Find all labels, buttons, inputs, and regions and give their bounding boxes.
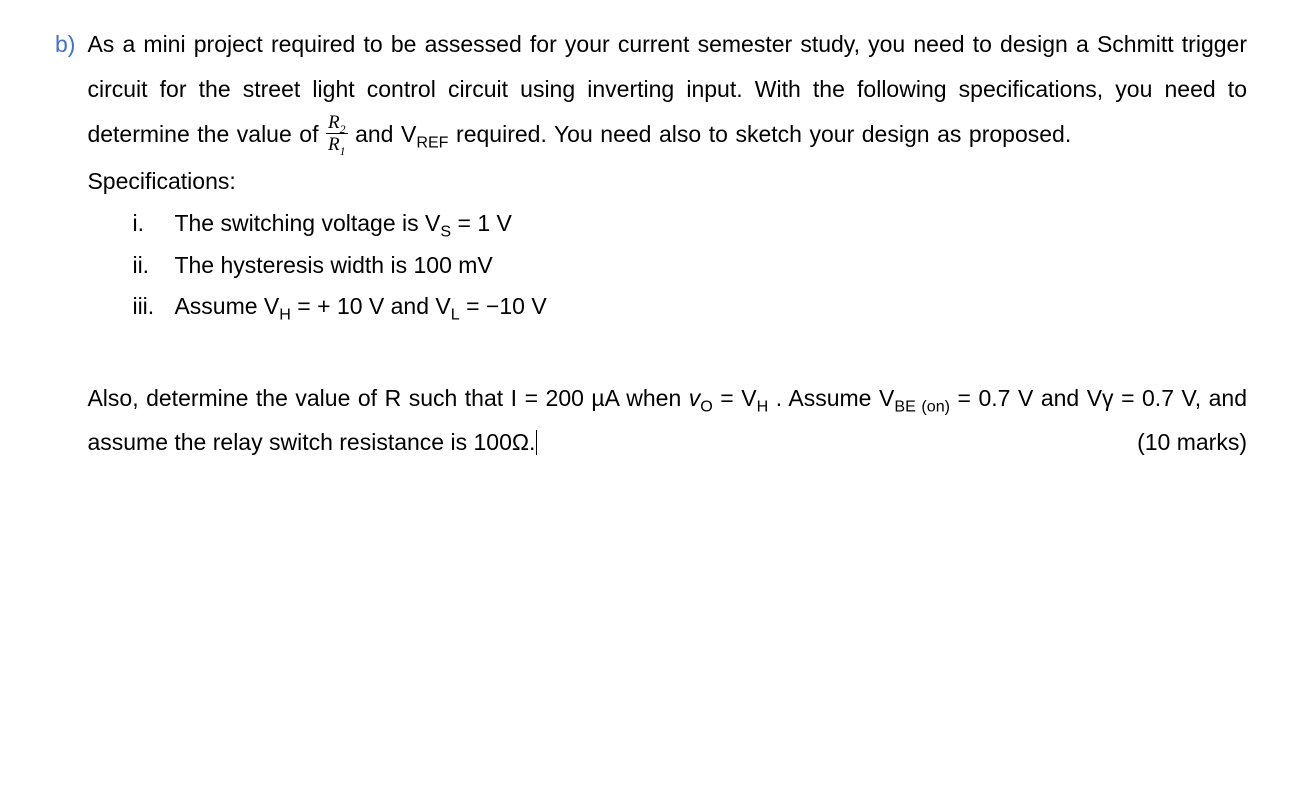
text-cursor [536, 430, 537, 455]
specification-list: i. The switching voltage is VS = 1 V ii.… [87, 203, 1247, 327]
vref-subscript: REF [416, 133, 448, 151]
question-body: As a mini project required to be assesse… [87, 22, 1247, 465]
vo-variable: v [689, 385, 701, 411]
specifications-header: Specifications: [87, 159, 1247, 204]
spec-text: Assume VH = + 10 V and VL = −10 V [174, 286, 1247, 327]
spec-text: The switching voltage is VS = 1 V [174, 203, 1247, 244]
spec-number: i. [132, 203, 174, 244]
second-paragraph: Also, determine the value of R such that… [87, 376, 1247, 466]
question-container: b) As a mini project required to be asse… [55, 22, 1247, 465]
main-text-part2: and V [348, 121, 417, 147]
fraction-r2-r1: R2R1 [326, 113, 348, 154]
spec-item-2: ii. The hysteresis width is 100 mV [132, 245, 1247, 286]
main-text-part3: required. You need also to sketch your d… [449, 121, 1072, 147]
fraction-denominator: R1 [326, 134, 348, 154]
spec-number: ii. [132, 245, 174, 286]
marks-label: (10 marks) [1137, 420, 1247, 465]
main-paragraph: As a mini project required to be assesse… [87, 22, 1247, 157]
spec-text: The hysteresis width is 100 mV [174, 245, 1247, 286]
fraction-numerator: R2 [326, 113, 348, 134]
spec-number: iii. [132, 286, 174, 327]
spec-item-3: iii. Assume VH = + 10 V and VL = −10 V [132, 286, 1247, 327]
question-label: b) [55, 22, 75, 67]
spec-item-1: i. The switching voltage is VS = 1 V [132, 203, 1247, 244]
